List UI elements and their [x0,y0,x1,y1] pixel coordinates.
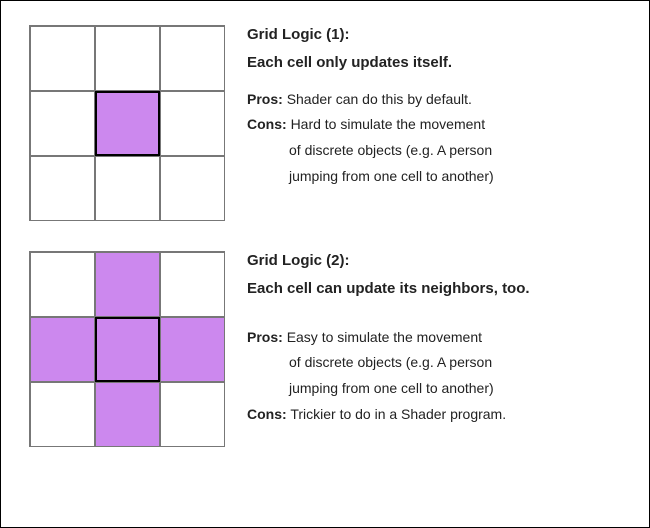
cons-text-l3: jumping from one cell to another) [247,164,629,190]
cons-text-l2: of discrete objects (e.g. A person [247,138,629,164]
section-1-cons-line: Cons: Hard to simulate the movement [247,112,629,138]
pros-text-l3: jumping from one cell to another) [247,376,629,402]
grid-1-cell [160,26,225,91]
grid-1-wrap [29,19,225,221]
grid-1-center-cell [95,91,160,156]
grid-2-wrap [29,245,225,447]
grid-2-cell [30,252,95,317]
page: Grid Logic (1): Each cell only updates i… [0,0,650,528]
pros-label: Pros: [247,91,283,107]
grid-2-cell-bottom [95,382,160,447]
pros-text: Easy to simulate the movement [287,329,482,345]
grid-2-cell [160,382,225,447]
pros-text: Shader can do this by default. [287,91,472,107]
grid-2-cell-left [30,317,95,382]
grid-1-cell [30,91,95,156]
section-1-subtitle: Each cell only updates itself. [247,49,629,77]
cons-label: Cons: [247,406,287,422]
grid-1-cell [30,156,95,221]
section-2-subtitle: Each cell can update its neighbors, too. [247,275,629,303]
section-2-cons-line: Cons: Trickier to do in a Shader program… [247,402,629,428]
section-1-text: Grid Logic (1): Each cell only updates i… [247,19,629,190]
grid-2-cell [30,382,95,447]
section-1-pros-line: Pros: Shader can do this by default. [247,87,629,113]
grid-2-cell-top [95,252,160,317]
cons-text: Hard to simulate the movement [291,116,486,132]
grid-1-cell [160,156,225,221]
grid-1-cell [95,156,160,221]
grid-2-cell-right [160,317,225,382]
section-2-text: Grid Logic (2): Each cell can update its… [247,245,629,428]
grid-2-center-cell [95,317,160,382]
grid-2 [29,251,225,447]
grid-1-cell [160,91,225,156]
grid-1 [29,25,225,221]
pros-text-l2: of discrete objects (e.g. A person [247,350,629,376]
section-grid-logic-2: Grid Logic (2): Each cell can update its… [29,245,629,447]
cons-label: Cons: [247,116,287,132]
section-grid-logic-1: Grid Logic (1): Each cell only updates i… [29,19,629,221]
pros-label: Pros: [247,329,283,345]
section-1-pros-cons: Pros: Shader can do this by default. Con… [247,87,629,191]
section-2-pros-line: Pros: Easy to simulate the movement [247,325,629,351]
section-1-title: Grid Logic (1): [247,21,629,49]
cons-text: Trickier to do in a Shader program. [290,406,506,422]
section-2-pros-cons: Pros: Easy to simulate the movement of d… [247,325,629,429]
grid-1-cell [95,26,160,91]
section-2-title: Grid Logic (2): [247,247,629,275]
grid-1-cell [30,26,95,91]
grid-2-cell [160,252,225,317]
